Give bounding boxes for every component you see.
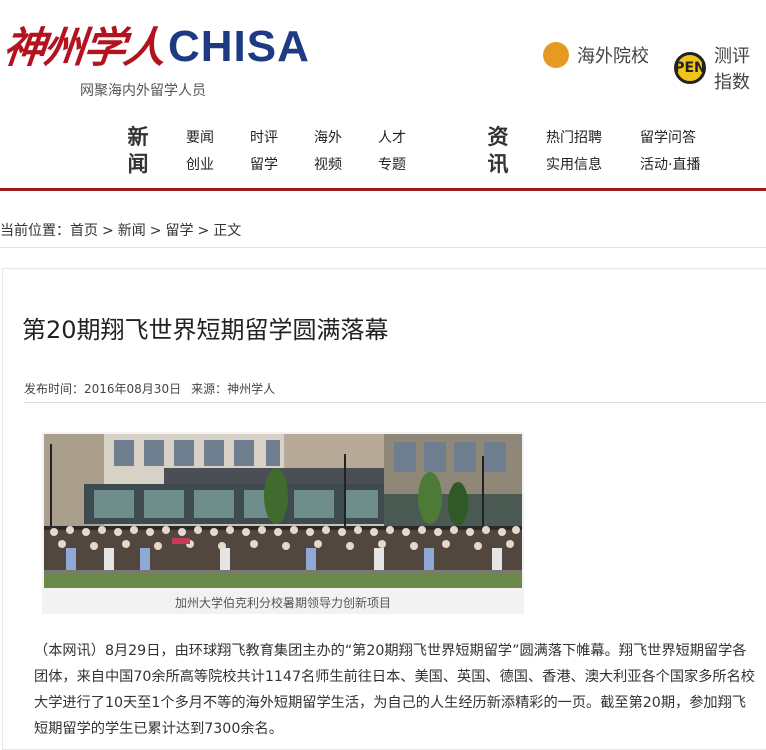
evaluation-icon: PEN	[674, 52, 706, 84]
publish-date: 发布时间：2016年08月30日	[24, 382, 182, 396]
logo-chisa[interactable]: CHISA	[168, 22, 310, 72]
nav-item-topics[interactable]: 专题	[378, 154, 406, 174]
article-source: 来源：神州学人	[191, 382, 276, 396]
breadcrumb-divider	[0, 247, 766, 248]
article-title: 第20期翔飞世界短期留学圆满落幕	[22, 316, 389, 344]
overseas-schools-label: 海外院校	[577, 46, 649, 67]
image-caption: 加州大学伯克利分校暑期领导力创新项目	[174, 596, 391, 610]
breadcrumb-news[interactable]: 新闻	[118, 223, 146, 239]
nav-item-qa[interactable]: 留学问答	[640, 127, 696, 147]
schools-icon	[537, 36, 575, 74]
nav-item-study-abroad[interactable]: 留学	[250, 154, 278, 174]
overseas-schools-link[interactable]: 海外院校	[537, 36, 649, 74]
tagline: 网聚海内外留学人员	[80, 83, 206, 99]
evaluation-index-label: 测评指数	[714, 46, 750, 93]
nav-category-info[interactable]: 资 讯	[486, 124, 510, 178]
breadcrumb-separator: >	[102, 223, 114, 239]
group-photo-image	[44, 434, 522, 588]
nav-item-video[interactable]: 视频	[314, 154, 342, 174]
nav-item-startup[interactable]: 创业	[186, 154, 214, 174]
nav-item-talent[interactable]: 人才	[378, 127, 406, 147]
breadcrumb: 当前位置：首页 > 新闻 > 留学 > 正文	[0, 220, 241, 240]
nav-item-practical-info[interactable]: 实用信息	[546, 154, 602, 174]
breadcrumb-separator: >	[197, 223, 210, 239]
breadcrumb-home[interactable]: 首页	[70, 223, 98, 239]
nav-category-news[interactable]: 新 闻	[126, 124, 150, 178]
nav-item-overseas[interactable]: 海外	[314, 127, 342, 147]
nav-item-events-live[interactable]: 活动·直播	[640, 154, 700, 174]
logo-chinese[interactable]: 神州学人	[1, 14, 167, 75]
evaluation-index-link[interactable]: PEN 测评指数	[674, 42, 766, 94]
breadcrumb-current: 正文	[213, 223, 242, 239]
nav-item-headlines[interactable]: 要闻	[186, 127, 214, 147]
article-paragraph: （本网讯）8月29日，由环球翔飞教育集团主办的“第20期翔飞世界短期留学”圆满落…	[34, 643, 755, 737]
breadcrumb-prefix: 当前位置：	[0, 223, 70, 239]
breadcrumb-separator: >	[149, 223, 162, 239]
nav-item-jobs[interactable]: 热门招聘	[546, 127, 602, 147]
header-divider	[0, 188, 766, 191]
nav-item-commentary[interactable]: 时评	[250, 127, 278, 147]
article-meta: 发布时间：2016年08月30日 来源：神州学人	[24, 380, 275, 397]
breadcrumb-study-abroad[interactable]: 留学	[165, 223, 193, 239]
site-header: 神州学人 CHISA 网聚海内外留学人员 海外院校 PEN 测评指数 新 闻 要…	[0, 0, 766, 190]
meta-divider	[24, 402, 766, 403]
